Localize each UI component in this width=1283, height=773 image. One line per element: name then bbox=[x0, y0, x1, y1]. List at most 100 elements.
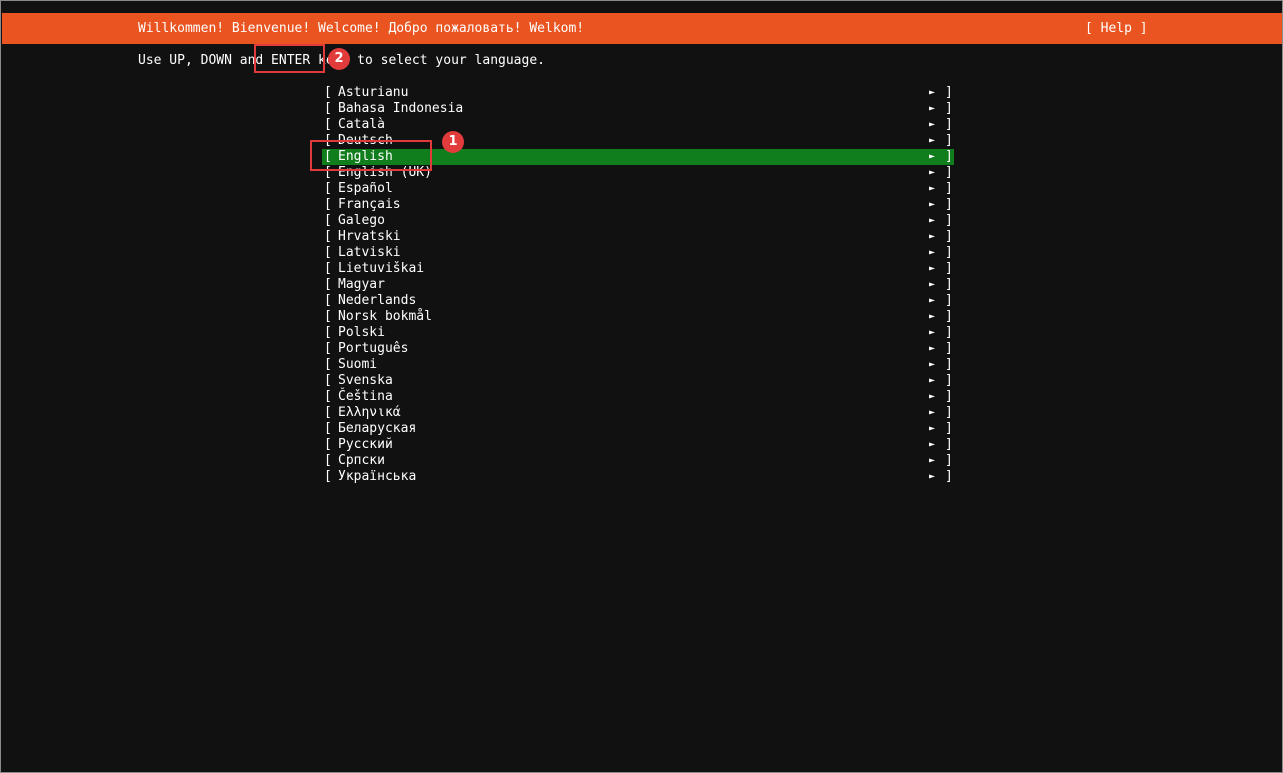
language-label: Català bbox=[338, 117, 385, 132]
annotation-badge-1: 1 bbox=[442, 131, 464, 153]
item-right-bracket: ] bbox=[945, 213, 953, 228]
item-right-bracket: ] bbox=[945, 309, 953, 324]
right-triangle-icon: ► bbox=[929, 87, 936, 98]
right-triangle-icon: ► bbox=[929, 311, 936, 322]
item-left-bracket: [ bbox=[324, 277, 332, 292]
language-item[interactable]: [Русский ►] bbox=[322, 437, 954, 453]
language-label: Svenska bbox=[338, 373, 393, 388]
item-right-bracket: ] bbox=[945, 325, 953, 340]
language-label: Lietuviškai bbox=[338, 261, 425, 276]
right-triangle-icon: ► bbox=[929, 119, 936, 130]
item-right-bracket: ] bbox=[945, 357, 953, 372]
language-item[interactable]: [Беларуская ►] bbox=[322, 421, 954, 437]
item-right-bracket: ] bbox=[945, 261, 953, 276]
item-right-bracket: ] bbox=[945, 405, 953, 420]
right-triangle-icon: ► bbox=[929, 103, 936, 114]
language-label: Nederlands bbox=[338, 293, 417, 308]
item-left-bracket: [ bbox=[324, 117, 332, 132]
language-item[interactable]: [Magyar ►] bbox=[322, 277, 954, 293]
right-triangle-icon: ► bbox=[929, 199, 936, 210]
language-label: Latviski bbox=[338, 245, 401, 260]
language-item[interactable]: [Suomi ►] bbox=[322, 357, 954, 373]
item-left-bracket: [ bbox=[324, 181, 332, 196]
right-triangle-icon: ► bbox=[929, 263, 936, 274]
item-left-bracket: [ bbox=[324, 101, 332, 116]
language-item[interactable]: [Português ►] bbox=[322, 341, 954, 357]
item-right-bracket: ] bbox=[945, 181, 953, 196]
item-right-bracket: ] bbox=[945, 165, 953, 180]
language-label: Hrvatski bbox=[338, 229, 401, 244]
annotation-box-2 bbox=[254, 44, 325, 73]
language-label: Magyar bbox=[338, 277, 385, 292]
right-triangle-icon: ► bbox=[929, 135, 936, 146]
right-triangle-icon: ► bbox=[929, 167, 936, 178]
item-left-bracket: [ bbox=[324, 421, 332, 436]
right-triangle-icon: ► bbox=[929, 215, 936, 226]
language-item[interactable]: [Français ►] bbox=[322, 197, 954, 213]
language-item[interactable]: [Bahasa Indonesia ►] bbox=[322, 101, 954, 117]
item-left-bracket: [ bbox=[324, 293, 332, 308]
annotation-box-1 bbox=[310, 140, 432, 171]
language-label: Português bbox=[338, 341, 409, 356]
right-triangle-icon: ► bbox=[929, 423, 936, 434]
item-left-bracket: [ bbox=[324, 437, 332, 452]
item-right-bracket: ] bbox=[945, 373, 953, 388]
right-triangle-icon: ► bbox=[929, 439, 936, 450]
item-right-bracket: ] bbox=[945, 341, 953, 356]
annotation-badge-2: 2 bbox=[328, 48, 350, 70]
right-triangle-icon: ► bbox=[929, 375, 936, 386]
language-item[interactable]: [Svenska ►] bbox=[322, 373, 954, 389]
right-triangle-icon: ► bbox=[929, 295, 936, 306]
right-triangle-icon: ► bbox=[929, 231, 936, 242]
help-button[interactable]: [ Help ] bbox=[1085, 21, 1148, 37]
item-right-bracket: ] bbox=[945, 277, 953, 292]
item-left-bracket: [ bbox=[324, 213, 332, 228]
language-item[interactable]: [Hrvatski ►] bbox=[322, 229, 954, 245]
right-triangle-icon: ► bbox=[929, 471, 936, 482]
item-left-bracket: [ bbox=[324, 357, 332, 372]
item-left-bracket: [ bbox=[324, 469, 332, 484]
item-right-bracket: ] bbox=[945, 101, 953, 116]
language-item[interactable]: [Polski ►] bbox=[322, 325, 954, 341]
language-item[interactable]: [Nederlands ►] bbox=[322, 293, 954, 309]
language-item[interactable]: [ Galego ►] bbox=[322, 213, 954, 229]
item-right-bracket: ] bbox=[945, 85, 953, 100]
language-item[interactable]: [Lietuviškai ►] bbox=[322, 261, 954, 277]
right-triangle-icon: ► bbox=[929, 455, 936, 466]
installer-screen: Willkommen! Bienvenue! Welcome! Добро по… bbox=[0, 0, 1283, 773]
language-item[interactable]: [Asturianu ►] bbox=[322, 85, 954, 101]
language-item[interactable]: [Українська ►] bbox=[322, 469, 954, 485]
item-right-bracket: ] bbox=[945, 117, 953, 132]
language-item[interactable]: [ Català ►] bbox=[322, 117, 954, 133]
item-right-bracket: ] bbox=[945, 469, 953, 484]
language-label: Ελληνικά bbox=[338, 405, 401, 420]
language-label: Српски bbox=[338, 453, 385, 468]
item-left-bracket: [ bbox=[324, 325, 332, 340]
language-item[interactable]: [Čeština ►] bbox=[322, 389, 954, 405]
language-item[interactable]: [ Norsk bokmål ►] bbox=[322, 309, 954, 325]
language-label: Polski bbox=[338, 325, 385, 340]
item-left-bracket: [ bbox=[324, 309, 332, 324]
item-left-bracket: [ bbox=[324, 389, 332, 404]
item-right-bracket: ] bbox=[945, 133, 953, 148]
item-left-bracket: [ bbox=[324, 245, 332, 260]
item-left-bracket: [ bbox=[324, 341, 332, 356]
language-label: Suomi bbox=[338, 357, 378, 372]
right-triangle-icon: ► bbox=[929, 407, 936, 418]
header-bar: Willkommen! Bienvenue! Welcome! Добро по… bbox=[2, 13, 1282, 44]
item-right-bracket: ] bbox=[945, 197, 953, 212]
language-label: Norsk bokmål bbox=[338, 309, 432, 324]
language-label: Français bbox=[338, 197, 401, 212]
language-item[interactable]: [ Ελληνικά ►] bbox=[322, 405, 954, 421]
language-label: Galego bbox=[338, 213, 385, 228]
language-label: Español bbox=[338, 181, 393, 196]
language-item[interactable]: [ Español ►] bbox=[322, 181, 954, 197]
language-item[interactable]: [Latviski ►] bbox=[322, 245, 954, 261]
language-item[interactable]: [Српски ►] bbox=[322, 453, 954, 469]
right-triangle-icon: ► bbox=[929, 391, 936, 402]
right-triangle-icon: ► bbox=[929, 183, 936, 194]
item-left-bracket: [ bbox=[324, 85, 332, 100]
item-right-bracket: ] bbox=[945, 389, 953, 404]
language-label: Русский bbox=[338, 437, 393, 452]
item-left-bracket: [ bbox=[324, 405, 332, 420]
